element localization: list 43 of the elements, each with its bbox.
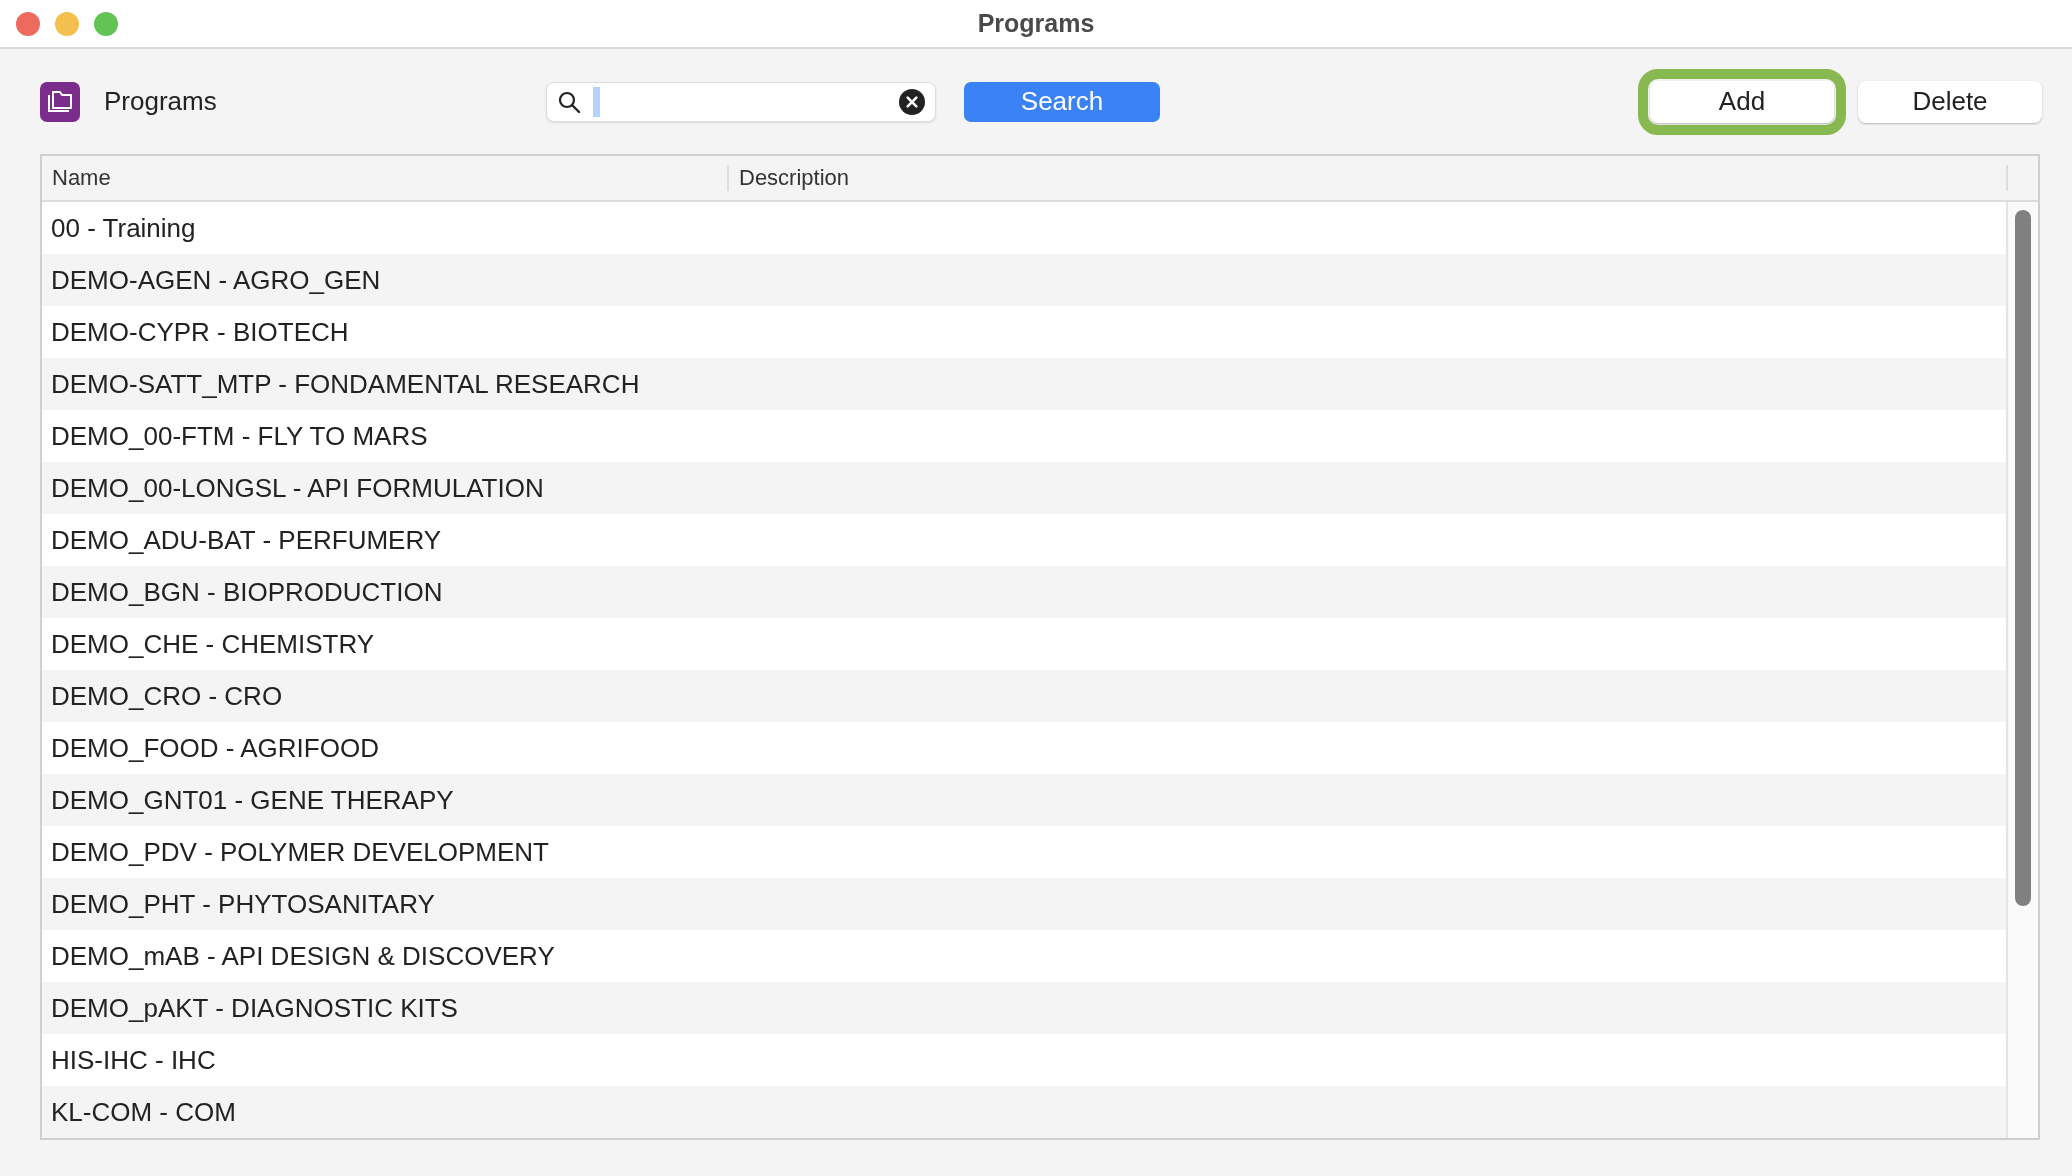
table-row[interactable]: DEMO_00-LONGSL - API FORMULATION (42, 462, 2006, 514)
table-cell-text: 00 - Training (50, 212, 197, 244)
table-row[interactable]: DEMO_PHT - PHYTOSANITARY (42, 878, 2006, 930)
table-cell-text: DEMO_GNT01 - GENE THERAPY (50, 784, 455, 816)
table-cell-text: DEMO_ADU-BAT - PERFUMERY (50, 524, 443, 556)
column-header[interactable]: Description (729, 165, 2008, 191)
table-cell-text: DEMO_PDV - POLYMER DEVELOPMENT (50, 836, 550, 868)
table-row[interactable]: DEMO-SATT_MTP - FONDAMENTAL RESEARCH (42, 358, 2006, 410)
table-cell-text: HIS-IHC - IHC (50, 1044, 217, 1076)
search-icon (557, 89, 581, 114)
table-cell-text: DEMO_00-LONGSL - API FORMULATION (50, 472, 545, 504)
search-button[interactable]: Search (964, 81, 1160, 122)
table-cell-text: DEMO_FOOD - AGRIFOOD (50, 732, 380, 764)
zoom-button[interactable] (94, 11, 118, 36)
table-cell-text: DEMO_mAB - API DESIGN & DISCOVERY (50, 940, 556, 972)
segment-button[interactable]: Add (1650, 80, 1834, 123)
table-cell-text: DEMO_CHE - CHEMISTRY (50, 628, 376, 660)
table-row[interactable]: DEMO_pAKT - DIAGNOSTIC KITS (42, 982, 2006, 1034)
table-cell-text: DEMO_BGN - BIOPRODUCTION (50, 576, 444, 608)
clear-icon[interactable] (899, 88, 925, 115)
search-field[interactable] (546, 81, 936, 122)
table-cell-text: DEMO_00-FTM - FLY TO MARS (50, 420, 429, 452)
scrollbar-thumb[interactable] (2015, 210, 2031, 906)
window-title: Programs (977, 9, 1095, 38)
table-row[interactable]: DEMO_CRO - CRO (42, 670, 2006, 722)
table-cell-text: DEMO_CRO - CRO (50, 680, 284, 712)
table-row[interactable]: DEMO_BGN - BIOPRODUCTION (42, 566, 2006, 618)
folder-icon (40, 81, 80, 122)
table-cell-text: DEMO-CYPR - BIOTECH (50, 316, 350, 348)
segment-button[interactable]: Delete (1858, 80, 2042, 123)
table-row[interactable]: DEMO-AGEN - AGRO_GEN (42, 254, 2006, 306)
minimize-button[interactable] (55, 11, 79, 36)
table-cell-text: KL-COM - COM (50, 1096, 237, 1128)
table-row[interactable]: DEMO_GNT01 - GENE THERAPY (42, 774, 2006, 826)
column-header[interactable]: Name (42, 165, 729, 191)
table-row[interactable]: KL-COM - COM (42, 1086, 2006, 1138)
table-cell-text: DEMO-SATT_MTP - FONDAMENTAL RESEARCH (50, 368, 641, 400)
text-cursor (593, 86, 600, 117)
table-cell-text: DEMO_PHT - PHYTOSANITARY (50, 888, 436, 920)
close-button[interactable] (16, 11, 40, 36)
table-cell-text: DEMO-AGEN - AGRO_GEN (50, 264, 382, 296)
table-cell-text: DEMO_pAKT - DIAGNOSTIC KITS (50, 992, 459, 1024)
toolbar-title: Programs (104, 86, 217, 117)
